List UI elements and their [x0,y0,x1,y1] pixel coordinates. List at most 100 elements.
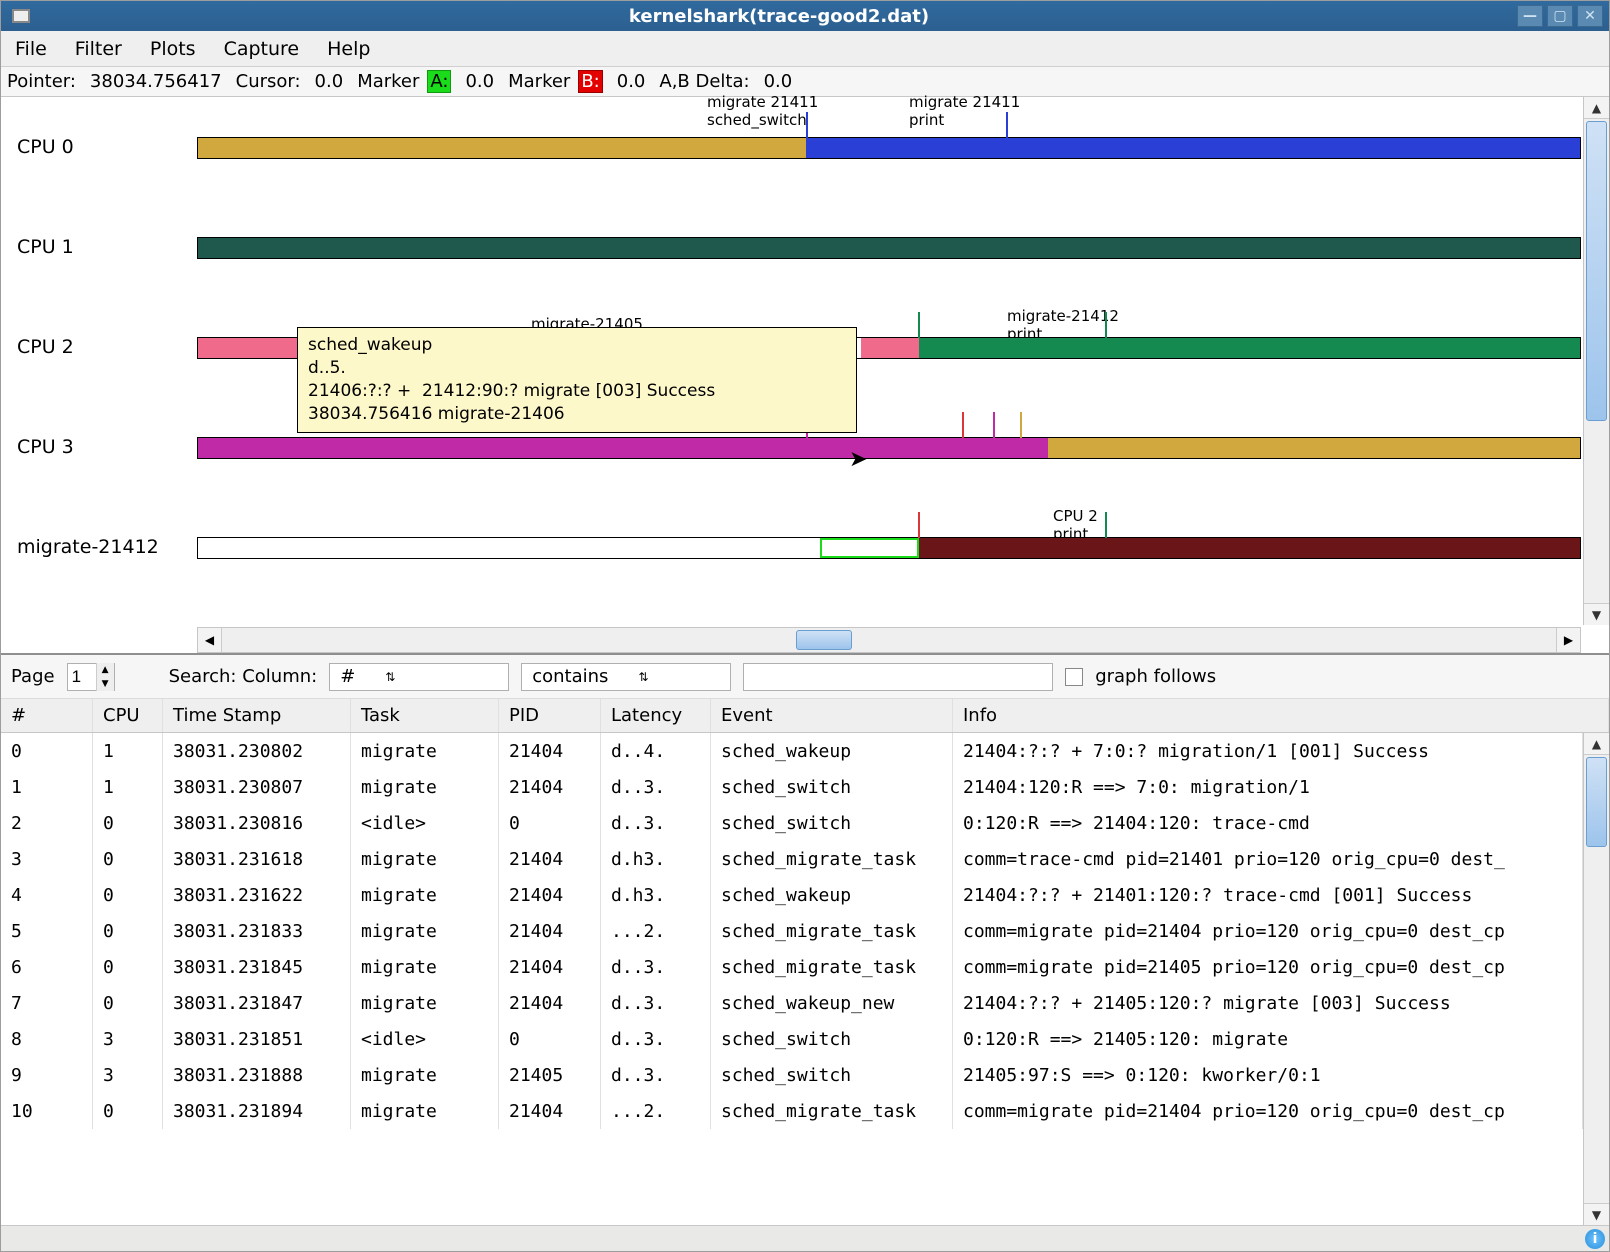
row-cpu0: CPU 0 migrate 21411 sched_switch migrate… [1,97,1581,197]
menu-help[interactable]: Help [327,38,370,60]
graph-follows-checkbox[interactable] [1065,668,1083,686]
col-latency[interactable]: Latency [601,699,711,732]
col-pid[interactable]: PID [499,699,601,732]
cell-info: 21404:?:? + 21405:120:? migrate [003] Su… [953,985,1583,1021]
scroll-thumb[interactable] [1586,121,1607,421]
event-tick [806,112,808,138]
system-menu-icon[interactable] [1,1,41,31]
table-row[interactable]: 7038031.231847migrate21404d..3.sched_wak… [1,985,1583,1021]
table-row[interactable]: 10038031.231894migrate21404...2.sched_mi… [1,1093,1583,1129]
cell-latency: d..4. [601,733,711,769]
graph-pane[interactable]: CPU 0 migrate 21411 sched_switch migrate… [1,97,1609,655]
event-label: migrate-21412 [1007,307,1119,325]
table-row[interactable]: 2038031.230816<idle>0d..3.sched_switch0:… [1,805,1583,841]
menu-file[interactable]: File [15,38,47,60]
table-row[interactable]: 3038031.231618migrate21404d.h3.sched_mig… [1,841,1583,877]
menu-plots[interactable]: Plots [150,38,196,60]
col-task[interactable]: Task [351,699,499,732]
scroll-down-icon[interactable]: ▼ [1584,603,1609,625]
table-row[interactable]: 4038031.231622migrate21404d.h3.sched_wak… [1,877,1583,913]
table-body[interactable]: 0138031.230802migrate21404d..4.sched_wak… [1,733,1583,1225]
minimize-button[interactable]: — [1517,5,1543,27]
row-label-cpu0: CPU 0 [17,136,74,158]
info-icon[interactable]: i [1585,1229,1605,1249]
combo-value: contains [532,666,608,687]
graph-hscrollbar[interactable]: ◀ ▶ [197,627,1581,653]
scroll-left-icon[interactable]: ◀ [198,628,222,652]
close-button[interactable]: ✕ [1577,5,1603,27]
search-column-combo[interactable]: # ⇅ [329,663,509,691]
table-row[interactable]: 1138031.230807migrate21404d..3.sched_swi… [1,769,1583,805]
cell-cpu: 1 [93,733,163,769]
cell-latency: d..3. [601,949,711,985]
col-timestamp[interactable]: Time Stamp [163,699,351,732]
track-cpu3[interactable] [197,437,1581,459]
track-cpu0[interactable] [197,137,1581,159]
markerA-tag[interactable]: A: [427,70,451,93]
searchbar: Page ▲▼ Search: Column: # ⇅ contains ⇅ g… [1,655,1609,699]
titlebar[interactable]: kernelshark(trace-good2.dat) — ▢ ✕ [1,1,1609,31]
table-header[interactable]: # CPU Time Stamp Task PID Latency Event … [1,699,1609,733]
event-tick [1105,312,1107,338]
cell-task: migrate [351,1093,499,1129]
scroll-up-icon[interactable]: ▲ [1584,733,1609,755]
row-label-migrate-21412: migrate-21412 [17,536,159,558]
scroll-thumb[interactable] [1586,757,1607,847]
cell-event: sched_migrate_task [711,949,953,985]
row-label-cpu3: CPU 3 [17,436,74,458]
scroll-up-icon[interactable]: ▲ [1584,97,1609,119]
markerB-label: Marker [508,71,570,92]
table-row[interactable]: 5038031.231833migrate21404...2.sched_mig… [1,913,1583,949]
track-cpu1[interactable] [197,237,1581,259]
page-spin[interactable]: ▲▼ [67,663,115,691]
menu-capture[interactable]: Capture [224,38,300,60]
graph-vscrollbar[interactable]: ▲ ▼ [1583,97,1609,625]
cell-index: 6 [1,949,93,985]
graph-follows-label: graph follows [1095,666,1216,687]
cell-task: migrate [351,877,499,913]
pointer-value: 38034.756417 [84,71,228,92]
table-row[interactable]: 0138031.230802migrate21404d..4.sched_wak… [1,733,1583,769]
cell-event: sched_migrate_task [711,841,953,877]
cell-index: 8 [1,1021,93,1057]
scroll-down-icon[interactable]: ▼ [1584,1203,1609,1225]
cell-latency: d..3. [601,769,711,805]
cell-latency: ...2. [601,913,711,949]
chevron-updown-icon: ⇅ [385,670,395,684]
spin-down-icon[interactable]: ▼ [96,677,114,691]
segment [198,338,309,358]
spin-up-icon[interactable]: ▲ [96,663,114,677]
segment [198,438,1048,458]
cell-index: 10 [1,1093,93,1129]
scroll-thumb[interactable] [796,630,852,650]
search-text-input[interactable] [743,663,1053,691]
markerB-value: 0.0 [611,71,652,92]
col-index[interactable]: # [1,699,93,732]
cell-latency: d..3. [601,805,711,841]
cell-timestamp: 38031.230807 [163,769,351,805]
col-event[interactable]: Event [711,699,953,732]
col-cpu[interactable]: CPU [93,699,163,732]
cell-info: 0:120:R ==> 21405:120: migrate [953,1021,1583,1057]
table-vscrollbar[interactable]: ▲ ▼ [1583,733,1609,1225]
table-row[interactable]: 9338031.231888migrate21405d..3.sched_swi… [1,1057,1583,1093]
cell-timestamp: 38031.231888 [163,1057,351,1093]
cell-timestamp: 38031.231618 [163,841,351,877]
cell-pid: 0 [499,805,601,841]
table-row[interactable]: 8338031.231851<idle>0d..3.sched_switch0:… [1,1021,1583,1057]
maximize-button[interactable]: ▢ [1547,5,1573,27]
page-input[interactable] [68,667,96,687]
scroll-right-icon[interactable]: ▶ [1556,628,1580,652]
markerA-label: Marker [357,71,419,92]
cell-index: 1 [1,769,93,805]
menu-filter[interactable]: Filter [75,38,122,60]
markerB-tag[interactable]: B: [578,70,602,93]
table-row[interactable]: 6038031.231845migrate21404d..3.sched_mig… [1,949,1583,985]
cell-timestamp: 38031.231845 [163,949,351,985]
cell-task: migrate [351,733,499,769]
cell-cpu: 3 [93,1057,163,1093]
cell-info: 21404:?:? + 21401:120:? trace-cmd [001] … [953,877,1583,913]
search-op-combo[interactable]: contains ⇅ [521,663,731,691]
col-info[interactable]: Info [953,699,1609,732]
track-migrate-21412[interactable] [197,537,1581,559]
